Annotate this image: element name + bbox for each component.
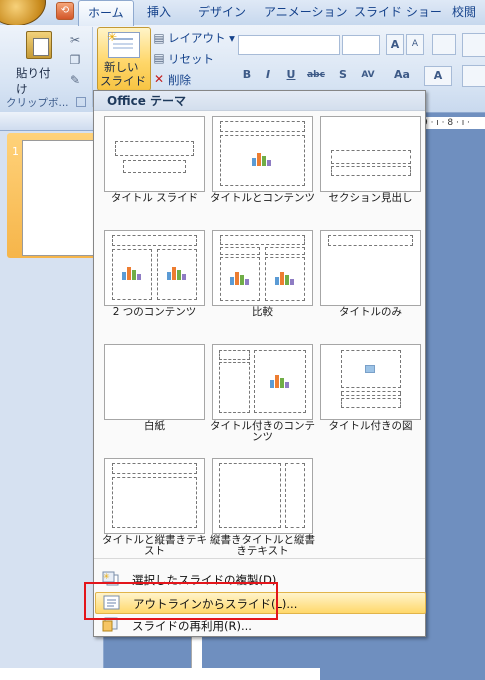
new-slide-layout-gallery: Office テーマ タイトル スライド タイトルとコンテンツ セクション見出し xyxy=(93,90,426,637)
layout-two-content[interactable]: 2 つのコンテンツ xyxy=(104,230,205,330)
layout-thumbnail xyxy=(212,344,313,420)
tab-slideshow[interactable]: スライド ショー xyxy=(345,0,451,25)
quick-access-icon[interactable]: ⟲ xyxy=(56,2,74,20)
font-color-button[interactable]: A xyxy=(424,66,452,86)
italic-button[interactable]: I xyxy=(259,66,277,84)
slide-number: 1 xyxy=(12,145,19,158)
chart-icon xyxy=(269,372,291,388)
delete-icon: ✕ xyxy=(153,72,165,86)
bullets-icon[interactable] xyxy=(462,33,485,57)
reset-button[interactable]: リセット xyxy=(168,51,214,67)
layout-thumbnail xyxy=(212,116,313,192)
horizontal-ruler: 9 · ı · 8 · ı · xyxy=(422,117,485,129)
layout-comparison[interactable]: 比較 xyxy=(212,230,313,330)
change-case-button[interactable]: Aa xyxy=(390,66,414,84)
clear-format-icon[interactable] xyxy=(432,34,456,55)
shrink-font-button[interactable]: A xyxy=(406,34,424,55)
char-spacing-button[interactable]: AV xyxy=(356,66,380,84)
new-slide-icon: ✳ xyxy=(107,30,140,58)
font-name-field[interactable] xyxy=(238,35,340,55)
paste-label: 貼り付け xyxy=(16,66,51,96)
bold-button[interactable]: B xyxy=(238,66,256,84)
tab-review[interactable]: 校閲 xyxy=(443,0,485,25)
cut-icon[interactable]: ✂ xyxy=(68,33,82,47)
new-slide-button[interactable]: ✳ 新しい スライド ▾ xyxy=(97,27,151,103)
layout-caption: 比較 xyxy=(252,306,273,318)
picture-icon xyxy=(365,365,375,373)
grow-font-button[interactable]: A xyxy=(386,34,404,55)
reset-icon: ▤ xyxy=(153,51,165,65)
tab-design[interactable]: デザイン xyxy=(189,0,255,25)
strikethrough-button[interactable]: abc xyxy=(304,66,328,84)
shadow-button[interactable]: S xyxy=(334,66,352,84)
layout-thumbnail xyxy=(104,344,205,420)
clipboard-group-label: クリップボ... xyxy=(6,97,69,109)
layout-picture-with-caption[interactable]: タイトル付きの図 xyxy=(320,344,421,444)
format-painter-icon[interactable]: ✎ xyxy=(68,73,82,87)
layout-thumbnail xyxy=(320,116,421,192)
chart-icon xyxy=(166,264,188,280)
layout-title-and-content[interactable]: タイトルとコンテンツ xyxy=(210,116,315,216)
paste-button[interactable]: 貼り付け xyxy=(12,27,60,96)
slides-pane-tabs[interactable] xyxy=(0,112,103,131)
layout-thumbnail xyxy=(320,344,421,420)
notes-strip xyxy=(0,668,320,680)
layout-caption: タイトル スライド xyxy=(110,192,199,204)
svg-text:✳: ✳ xyxy=(103,572,110,581)
slide-thumbnail[interactable] xyxy=(22,140,104,256)
tab-insert[interactable]: 挿入 xyxy=(138,0,180,25)
layout-caption: タイトル付きのコンテンツ xyxy=(210,420,315,443)
copy-icon[interactable]: ❐ xyxy=(68,53,82,67)
layout-title-and-vertical-text[interactable]: タイトルと縦書きテキスト xyxy=(102,458,207,558)
gallery-header: Office テーマ xyxy=(94,91,425,111)
layout-caption: 白紙 xyxy=(144,420,165,432)
layout-caption: セクション見出し xyxy=(328,192,413,204)
layout-title-slide[interactable]: タイトル スライド xyxy=(104,116,205,216)
tab-home[interactable]: ホーム xyxy=(78,0,134,26)
layout-caption: タイトルとコンテンツ xyxy=(210,192,315,204)
layout-button[interactable]: レイアウト ▾ xyxy=(168,30,235,46)
layout-section-header[interactable]: セクション見出し xyxy=(320,116,421,216)
layout-caption: タイトルと縦書きテキスト xyxy=(102,534,207,557)
layout-icon: ▤ xyxy=(153,31,165,45)
menu-separator xyxy=(94,558,425,559)
layout-thumbnail xyxy=(104,230,205,306)
layout-thumbnail xyxy=(212,458,313,534)
layout-caption: タイトルのみ xyxy=(339,306,402,318)
chart-icon xyxy=(229,269,251,285)
chart-icon xyxy=(251,150,273,166)
layout-thumbnail xyxy=(212,230,313,306)
layout-caption: タイトル付きの図 xyxy=(328,420,413,432)
font-size-field[interactable] xyxy=(342,35,380,55)
layout-caption: 縦書きタイトルと縦書きテキスト xyxy=(210,534,315,557)
chart-icon xyxy=(274,269,296,285)
office-button[interactable] xyxy=(0,0,46,26)
menu-item-label: スライドの再利用(R)... xyxy=(132,619,252,633)
layout-thumbnail xyxy=(320,230,421,306)
layout-caption: 2 つのコンテンツ xyxy=(112,306,197,318)
chart-icon xyxy=(121,264,143,280)
annotation-highlight-box xyxy=(84,582,278,620)
dialog-launcher-icon[interactable] xyxy=(76,97,86,107)
layout-title-only[interactable]: タイトルのみ xyxy=(320,230,421,330)
sparkle-icon: ✳ xyxy=(107,30,118,44)
layout-blank[interactable]: 白紙 xyxy=(104,344,205,444)
layout-vertical-title-and-text[interactable]: 縦書きタイトルと縦書きテキスト xyxy=(210,458,315,558)
layout-thumbnail xyxy=(104,116,205,192)
align-icon[interactable] xyxy=(462,65,485,87)
ribbon-tab-strip: ⟲ ホーム 挿入 デザイン アニメーション スライド ショー 校閲 xyxy=(0,0,485,26)
clipboard-icon xyxy=(26,31,52,59)
tab-animation[interactable]: アニメーション xyxy=(255,0,357,25)
layout-content-with-caption[interactable]: タイトル付きのコンテンツ xyxy=(210,344,315,444)
delete-button[interactable]: 削除 xyxy=(168,72,191,88)
underline-button[interactable]: U xyxy=(282,66,300,84)
layout-thumbnail xyxy=(104,458,205,534)
